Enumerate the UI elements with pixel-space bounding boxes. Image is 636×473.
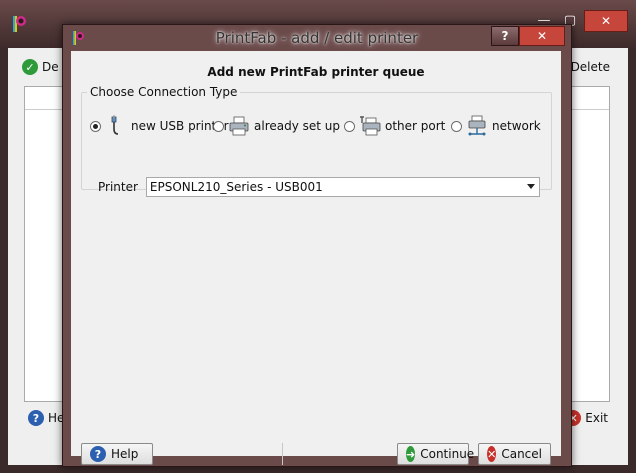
radio-other-port[interactable]: other port bbox=[344, 114, 445, 138]
arrow-right-icon: ➜ bbox=[406, 446, 416, 462]
cancel-icon: ✕ bbox=[487, 446, 497, 462]
printer-select-value: EPSONL210_Series - USB001 bbox=[149, 180, 323, 194]
help-button-label: Help bbox=[111, 447, 139, 461]
connection-type-group: Choose Connection Type new USB printer a… bbox=[81, 85, 552, 197]
printer-label: Printer bbox=[98, 180, 138, 194]
background-delete-label: Delete bbox=[570, 60, 610, 74]
background-delete-button[interactable]: Delete bbox=[571, 55, 610, 79]
background-exit-label: Exit bbox=[585, 411, 608, 425]
continue-button-label: Continue bbox=[420, 447, 475, 461]
radio-indicator[interactable] bbox=[344, 120, 355, 132]
radio-new-usb-printer[interactable]: new USB printer bbox=[90, 114, 229, 138]
background-help-button[interactable]: ? He bbox=[28, 410, 64, 426]
background-ok-label: De bbox=[42, 60, 59, 74]
radio-indicator[interactable] bbox=[451, 120, 462, 132]
question-icon: ? bbox=[90, 446, 106, 462]
radio-already-set-up[interactable]: already set up bbox=[213, 114, 340, 138]
checkmark-icon: ✓ bbox=[22, 59, 38, 75]
help-button[interactable]: ? Help bbox=[81, 443, 153, 465]
add-edit-printer-dialog: PrintFab - add / edit printer ? ✕ Add ne… bbox=[62, 24, 572, 467]
cancel-button[interactable]: ✕ Cancel bbox=[478, 443, 551, 465]
dialog-titlebar[interactable]: PrintFab - add / edit printer ? ✕ bbox=[63, 25, 571, 51]
divider bbox=[282, 443, 283, 465]
dialog-heading: Add new PrintFab printer queue bbox=[207, 65, 425, 79]
connection-type-label: Choose Connection Type bbox=[87, 85, 241, 99]
printer-row: Printer EPSONL210_Series - USB001 bbox=[98, 177, 540, 197]
radio-network[interactable]: network bbox=[451, 114, 541, 138]
continue-button[interactable]: ➜ Continue bbox=[397, 443, 474, 465]
chevron-down-icon[interactable] bbox=[526, 184, 535, 189]
usb-cable-icon bbox=[111, 115, 119, 135]
printer-select[interactable]: EPSONL210_Series - USB001 bbox=[145, 177, 540, 197]
printfab-logo-icon bbox=[13, 16, 26, 32]
radio-indicator[interactable] bbox=[213, 120, 224, 132]
cancel-button-label: Cancel bbox=[501, 447, 542, 461]
dialog-body: Add new PrintFab printer queue Choose Co… bbox=[71, 51, 561, 465]
printer-icon bbox=[229, 116, 249, 136]
background-ok-button[interactable]: ✓ De bbox=[22, 55, 59, 79]
question-icon: ? bbox=[28, 410, 44, 426]
dialog-help-button[interactable]: ? bbox=[491, 26, 519, 46]
option-label: other port bbox=[385, 119, 446, 133]
connection-type-radios: new USB printer already set up other por… bbox=[90, 114, 550, 138]
dialog-close-button[interactable]: ✕ bbox=[519, 26, 565, 46]
option-label: network bbox=[492, 119, 541, 133]
network-printer-icon bbox=[468, 115, 486, 136]
tools-printer-icon bbox=[360, 116, 381, 136]
option-label: already set up bbox=[254, 119, 341, 133]
main-close-button[interactable]: ✕ bbox=[584, 10, 628, 32]
radio-indicator[interactable] bbox=[90, 120, 101, 132]
